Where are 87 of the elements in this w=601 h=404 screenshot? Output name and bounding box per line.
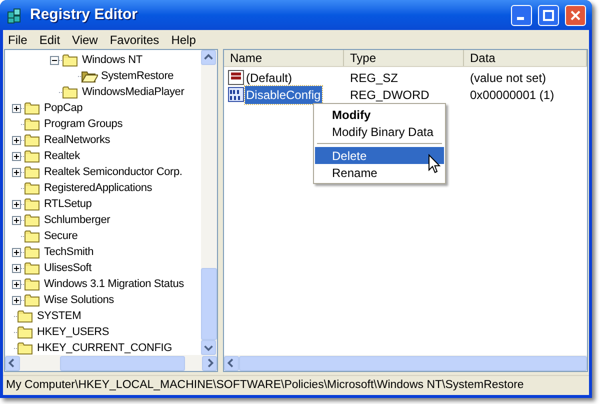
folder-icon — [24, 117, 41, 131]
menu-item[interactable]: Favorites — [110, 30, 160, 48]
minimize-button[interactable] — [511, 4, 532, 26]
tree-item[interactable]: Program Groups — [44, 116, 123, 132]
menu-item[interactable]: Delete — [315, 147, 444, 164]
tree-item[interactable]: RealNetworks — [44, 132, 110, 148]
mouse-pointer-icon — [428, 154, 441, 174]
scroll-button[interactable] — [201, 50, 216, 65]
tree-item[interactable]: PopCap — [44, 100, 83, 116]
folder-icon — [17, 325, 34, 339]
value-name[interactable]: DisableConfig — [245, 86, 322, 104]
tree-item[interactable]: WindowsMediaPlayer — [82, 84, 184, 100]
minimize-icon — [516, 17, 524, 20]
menu-item[interactable]: Help — [171, 30, 196, 48]
folder-icon — [24, 245, 41, 259]
status-bar-path: My Computer\HKEY_LOCAL_MACHINE\SOFTWARE\Policies\Microsoft\Windows NT\SystemRestore — [6, 378, 524, 393]
expand-icon[interactable] — [12, 152, 21, 160]
folder-icon — [17, 341, 34, 355]
tree-item[interactable]: Realtek Semiconductor Corp. — [44, 164, 182, 180]
vertical-scrollbar[interactable] — [201, 50, 217, 355]
tree-item[interactable]: SYSTEM — [37, 308, 82, 324]
open-folder-icon — [81, 69, 98, 83]
expand-icon[interactable] — [12, 280, 21, 288]
tree-item[interactable]: HKEY_USERS — [37, 324, 109, 340]
tree-item[interactable]: Wise Solutions — [44, 292, 114, 308]
scroll-button[interactable] — [224, 356, 239, 370]
folder-icon — [24, 181, 41, 195]
menu-item[interactable]: View — [72, 30, 98, 48]
string-value-icon — [228, 70, 244, 85]
menu-item[interactable]: File — [8, 30, 28, 48]
value-data: 0x00000001 (1) — [469, 86, 554, 104]
expand-icon[interactable] — [12, 296, 21, 304]
expand-icon[interactable] — [12, 104, 21, 112]
scroll-thumb[interactable] — [201, 268, 217, 340]
tree-item[interactable]: Schlumberger — [44, 212, 110, 228]
folder-icon — [17, 309, 34, 323]
tree-item[interactable]: RegisteredApplications — [44, 180, 152, 196]
tree-item[interactable]: Realtek — [44, 148, 80, 164]
folder-icon — [62, 85, 79, 99]
tree-item[interactable]: HKEY_CURRENT_CONFIG — [37, 340, 172, 355]
value-name[interactable]: (Default) — [245, 68, 294, 86]
expand-icon[interactable] — [12, 136, 21, 144]
column-header[interactable]: Data — [464, 50, 587, 66]
window-title: Registry Editor — [30, 4, 139, 25]
menu-item[interactable]: Modify Binary Data — [315, 123, 444, 140]
folder-icon — [24, 277, 41, 291]
folder-icon — [24, 149, 41, 163]
value-type: REG_DWORD — [349, 86, 430, 104]
folder-icon — [62, 53, 79, 67]
tree-item[interactable]: TechSmith — [44, 244, 94, 260]
menu-item[interactable]: Edit — [39, 30, 60, 48]
maximize-icon — [543, 10, 554, 20]
tree-item[interactable]: Windows NT — [82, 52, 142, 68]
folder-icon — [24, 101, 41, 115]
scroll-button[interactable] — [5, 356, 20, 370]
collapse-icon[interactable] — [50, 56, 59, 64]
tree-item[interactable]: Secure — [44, 228, 78, 244]
tree-item[interactable]: RTLSetup — [44, 196, 92, 212]
folder-icon — [24, 293, 41, 307]
scroll-button[interactable] — [201, 340, 216, 355]
folder-icon — [24, 133, 41, 147]
column-header[interactable]: Name — [224, 50, 344, 66]
expand-icon[interactable] — [12, 200, 21, 208]
scroll-button[interactable] — [202, 356, 217, 370]
menu-item[interactable]: Modify — [315, 106, 444, 123]
binary-value-icon — [228, 87, 244, 102]
column-header[interactable]: Type — [344, 50, 464, 66]
expand-icon[interactable] — [12, 264, 21, 272]
expand-icon[interactable] — [12, 248, 21, 256]
folder-icon — [24, 197, 41, 211]
horizontal-scrollbar[interactable] — [5, 355, 217, 371]
close-button[interactable] — [565, 4, 586, 26]
folder-icon — [24, 165, 41, 179]
folder-icon — [24, 261, 41, 275]
scroll-thumb[interactable] — [60, 356, 185, 370]
maximize-button[interactable] — [538, 4, 559, 26]
menu-item[interactable]: Rename — [315, 164, 444, 181]
value-data: (value not set) — [469, 70, 546, 86]
folder-icon — [24, 229, 41, 243]
tree-item[interactable]: SystemRestore — [101, 68, 174, 84]
tree-item[interactable]: UlisesSoft — [44, 260, 92, 276]
tree-item[interactable]: Windows 3.1 Migration Status — [44, 276, 184, 292]
close-icon — [570, 10, 581, 20]
folder-icon — [24, 213, 41, 227]
expand-icon[interactable] — [12, 216, 21, 224]
expand-icon[interactable] — [12, 168, 21, 176]
value-type: REG_SZ — [349, 70, 400, 86]
